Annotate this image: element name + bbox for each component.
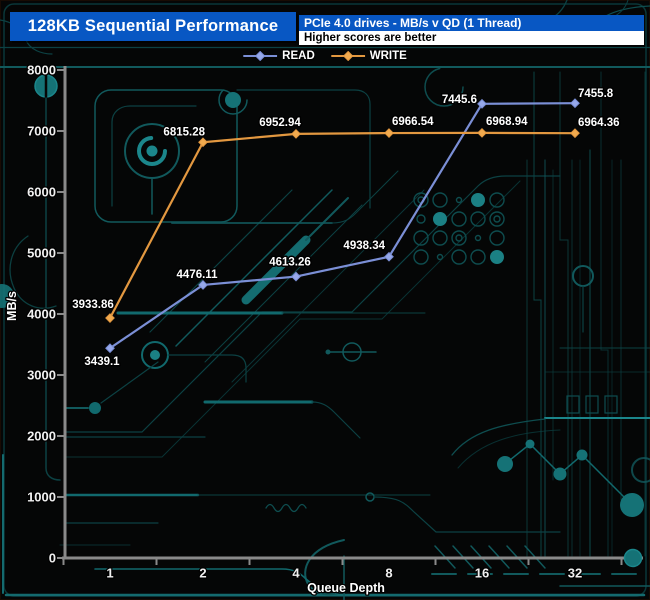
write-series-line xyxy=(109,131,576,319)
write-series-marker-icon xyxy=(330,51,365,61)
write-data-point-marker xyxy=(198,137,208,148)
legend-label-write: WRITE xyxy=(369,50,407,62)
read-data-label: 4938.34 xyxy=(343,240,385,252)
write-data-point-marker xyxy=(105,313,115,323)
chart-title-bar: 128KB Sequential Performance xyxy=(10,12,296,41)
y-axis-tick-label: 4000 xyxy=(27,307,56,322)
y-axis-tick-label: 3000 xyxy=(27,368,56,383)
x-axis-category-label: 16 xyxy=(475,566,489,581)
x-axis-category-label: 2 xyxy=(199,566,206,581)
y-axis-title: MB/s xyxy=(5,291,19,321)
line-chart: 0 1000 2000 3000 4000 5000 6000 7000 8000 1 2 4 8 16 3… xyxy=(4,61,643,596)
write-data-label: 6968.94 xyxy=(486,116,528,128)
read-data-label: 4476.11 xyxy=(177,269,219,281)
read-data-point-marker xyxy=(291,271,301,282)
read-series-marker-icon xyxy=(243,51,278,61)
read-data-label: 7455.8 xyxy=(578,88,614,100)
write-data-point-marker xyxy=(477,127,487,138)
write-data-label: 6815.28 xyxy=(163,126,205,138)
y-axis-tick-label: 2000 xyxy=(27,429,56,444)
performance-chart-window: 0 1000 2000 3000 4000 5000 6000 7000 8000 1 2 4 8 16 3… xyxy=(0,0,650,600)
write-data-label: 6966.54 xyxy=(392,116,434,128)
y-axis-tick-label: 8000 xyxy=(27,63,56,78)
write-data-point-marker xyxy=(570,128,580,139)
x-axis-category-label: 8 xyxy=(385,566,392,581)
chart-note-bar: Higher scores are better xyxy=(299,31,644,45)
write-data-label: 3933.86 xyxy=(72,299,114,311)
x-axis-category-label: 4 xyxy=(292,566,300,581)
y-axis-tick-label: 6000 xyxy=(27,185,56,200)
write-data-label: 6964.36 xyxy=(578,117,620,129)
write-data-point-marker xyxy=(384,128,394,138)
chart-note: Higher scores are better xyxy=(304,32,437,44)
y-axis-tick-label: 1000 xyxy=(27,490,56,505)
write-data-label: 6952.94 xyxy=(259,117,301,129)
chart-subtitle: PCIe 4.0 drives - MB/s v QD (1 Thread) xyxy=(304,16,522,30)
read-series-line xyxy=(109,102,576,350)
read-data-label: 7445.6 xyxy=(442,94,477,106)
y-axis-tick-label: 5000 xyxy=(27,246,56,261)
write-data-point-marker xyxy=(291,128,301,139)
x-axis-category-label: 1 xyxy=(106,566,113,581)
chart-subtitle-bar: PCIe 4.0 drives - MB/s v QD (1 Thread) xyxy=(299,15,644,31)
y-axis-tick-label: 0 xyxy=(49,551,56,566)
read-data-label: 3439.1 xyxy=(84,356,120,368)
chart-title: 128KB Sequential Performance xyxy=(27,17,279,35)
legend-item-read: READ xyxy=(243,50,315,62)
x-axis-title: Queue Depth xyxy=(307,581,385,595)
read-data-point-marker xyxy=(570,98,580,109)
y-axis-tick-label: 7000 xyxy=(27,124,56,139)
legend-item-write: WRITE xyxy=(330,50,407,62)
legend-label-read: READ xyxy=(282,50,315,62)
axis-end-circuit-pad xyxy=(623,548,643,568)
x-axis-category-label: 32 xyxy=(568,566,582,581)
chart-legend: READ WRITE xyxy=(243,50,407,62)
read-data-label: 4613.26 xyxy=(269,257,311,269)
